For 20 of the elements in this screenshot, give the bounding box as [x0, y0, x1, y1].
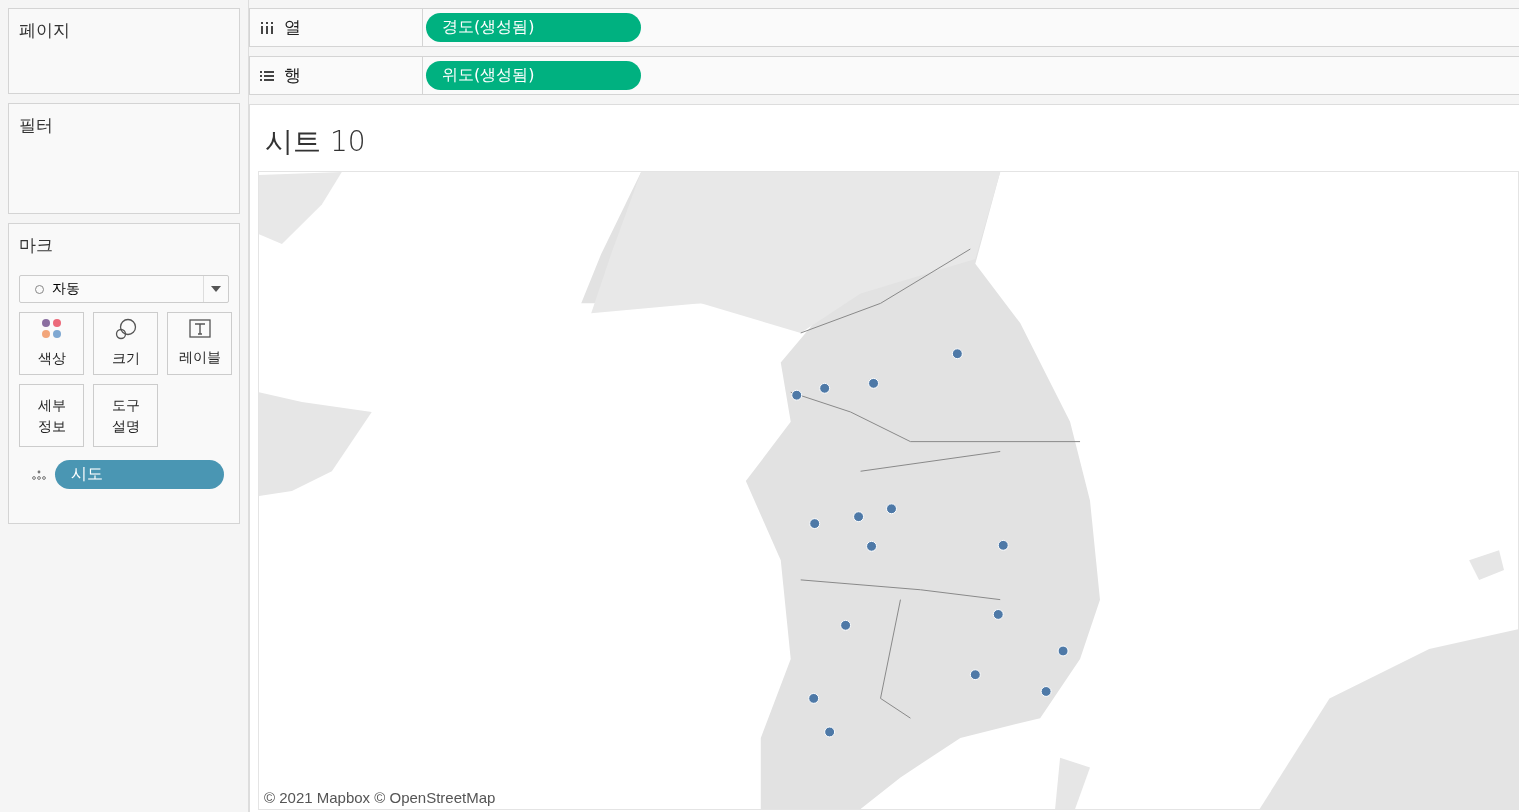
mark-card[interactable]: 크기	[93, 312, 158, 375]
mark-type-dropdown[interactable]: 자동	[19, 275, 229, 303]
sheet-title: 시트 10	[264, 124, 367, 160]
mark-card[interactable]: 색상	[19, 312, 84, 375]
map-attribution: © 2021 Mapbox © OpenStreetMap	[264, 789, 496, 806]
panel-title: 페이지	[19, 19, 70, 42]
color-dots-icon	[40, 318, 63, 340]
caret-icon	[211, 286, 221, 292]
mark-card[interactable]: 레이블	[167, 312, 232, 375]
text-label-icon	[188, 319, 211, 339]
shelf-label: 행	[284, 64, 301, 87]
mark-card[interactable]: 도구 설명	[93, 384, 158, 447]
detail-dots-icon	[32, 469, 46, 480]
rows-icon	[260, 69, 274, 82]
mark-card[interactable]: 세부 정보	[19, 384, 84, 447]
size-circles-icon	[114, 318, 137, 340]
columns-icon	[260, 21, 274, 34]
shelf-label: 열	[284, 16, 301, 39]
panel-title: 마크	[19, 234, 53, 257]
panel-title: 필터	[19, 114, 53, 137]
